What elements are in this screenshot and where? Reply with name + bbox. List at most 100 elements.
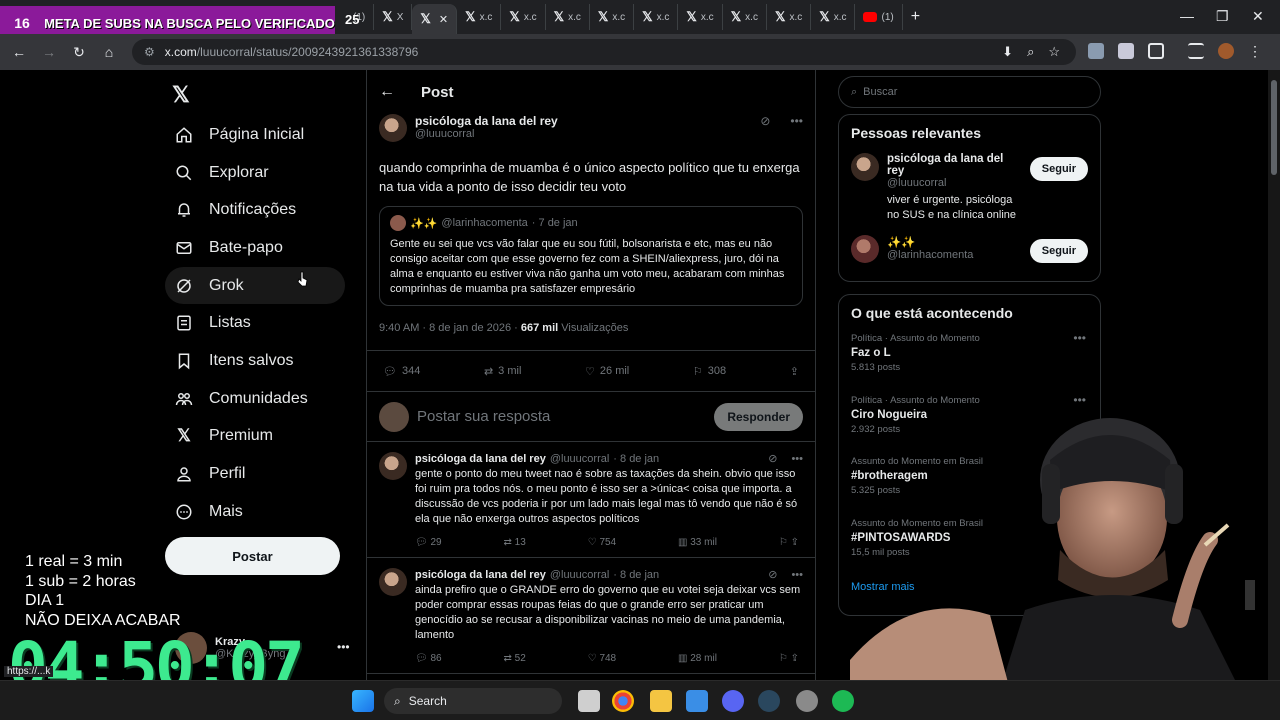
reply-more-icon[interactable]: ••• <box>791 453 803 465</box>
new-tab-button[interactable]: + <box>903 4 928 30</box>
share-action[interactable]: ⇪ <box>790 365 799 378</box>
reply-views-action[interactable]: ▥ 28 mil <box>678 653 717 664</box>
forward-icon[interactable]: → <box>34 44 64 60</box>
taskbar-search[interactable]: ⌕ Search <box>384 688 562 714</box>
reply-more-icon[interactable]: ••• <box>791 569 803 581</box>
x-home-logo[interactable]: 𝕏 <box>172 82 190 108</box>
post-button[interactable]: Postar <box>165 537 340 575</box>
nav-item-chat[interactable]: Bate-papo <box>165 229 345 267</box>
trend-more-icon[interactable]: ••• <box>1073 331 1086 345</box>
close-tab-icon[interactable]: ✕ <box>439 13 448 26</box>
reply-author-name[interactable]: psicóloga da lana del rey <box>415 453 546 465</box>
settings-gear-icon[interactable] <box>796 690 818 712</box>
discord-icon[interactable] <box>722 690 744 712</box>
person-name[interactable]: psicóloga da lana del rey <box>887 153 1022 177</box>
spotify-icon[interactable] <box>832 690 854 712</box>
url-field[interactable]: ⚙ x.com/luuucorral/status/20092439213613… <box>132 39 1076 65</box>
reply-post[interactable]: psicóloga da lana del rey @luuucorral · … <box>367 558 815 674</box>
close-window-icon[interactable]: ✕ <box>1252 8 1264 25</box>
steam-icon[interactable] <box>758 690 780 712</box>
browser-tab[interactable]: 𝕏x.c <box>811 4 856 30</box>
browser-tab[interactable]: 𝕏X <box>374 4 413 30</box>
reply-like-action[interactable]: ♡ 754 <box>588 537 616 548</box>
person-avatar[interactable] <box>851 235 879 263</box>
extension-icon[interactable] <box>1088 43 1104 59</box>
quoted-post[interactable]: ✨✨ @larinhacomenta · 7 de jan Gente eu s… <box>379 206 803 306</box>
reply-handle[interactable]: @luuucorral <box>550 569 609 581</box>
install-icon[interactable]: ⬇ <box>1002 44 1013 60</box>
person-avatar[interactable] <box>851 153 879 181</box>
like-action[interactable]: ♡ 26 mil <box>585 365 629 378</box>
person-handle[interactable]: @luuucorral <box>887 177 1022 189</box>
reply-button[interactable]: Responder <box>714 402 803 431</box>
browser-tab[interactable]: 𝕏x.c <box>767 4 812 30</box>
person-name[interactable]: ✨✨ <box>887 235 1022 249</box>
grok-explain-icon[interactable]: ⊘ <box>768 568 777 581</box>
grok-explain-icon[interactable]: ⊘ <box>768 452 777 465</box>
reply-post[interactable]: psicóloga da lana del rey @luuucorral · … <box>367 442 815 558</box>
person-card[interactable]: ✨✨ @larinhacomenta Seguir <box>839 229 1100 269</box>
follow-button[interactable]: Seguir <box>1029 157 1088 181</box>
store-icon[interactable] <box>686 690 708 712</box>
site-info-icon[interactable]: ⚙ <box>144 45 155 59</box>
reply-comment-action[interactable]: 💬︎ 29 <box>415 537 442 548</box>
media-icon[interactable] <box>1188 43 1204 59</box>
nav-item-communities[interactable]: Comunidades <box>165 380 345 418</box>
bookmark-icon[interactable]: ⚐ ⇪ <box>779 653 799 664</box>
task-view-icon[interactable] <box>578 690 600 712</box>
follow-button[interactable]: Seguir <box>1029 239 1088 263</box>
file-explorer-icon[interactable] <box>650 690 672 712</box>
grok-explain-icon[interactable]: ⊘ <box>760 114 770 128</box>
reply-avatar[interactable] <box>379 452 407 480</box>
bookmark-action[interactable]: ⚐ 308 <box>693 365 726 378</box>
scrollbar-thumb[interactable] <box>1271 80 1277 175</box>
reply-repost-action[interactable]: ⇄ 13 <box>504 537 526 548</box>
chrome-icon[interactable] <box>612 690 634 712</box>
post-more-icon[interactable]: ••• <box>790 114 803 128</box>
back-icon[interactable]: ← <box>4 44 34 60</box>
bookmark-icon[interactable]: ⚐ ⇪ <box>779 537 799 548</box>
puzzle-icon[interactable] <box>1148 43 1164 59</box>
browser-tab[interactable]: 𝕏x.c <box>501 4 546 30</box>
search-input[interactable]: ⌕ Buscar <box>838 76 1101 108</box>
reply-input[interactable]: Postar sua resposta <box>417 408 706 425</box>
back-arrow-icon[interactable]: ← <box>379 83 395 101</box>
reply-avatar[interactable] <box>379 568 407 596</box>
author-handle[interactable]: @luuucorral <box>415 128 752 140</box>
browser-tab[interactable]: 𝕏x.c <box>678 4 723 30</box>
windows-start-icon[interactable] <box>352 690 374 712</box>
browser-tab[interactable]: 𝕏x.c <box>723 4 767 30</box>
nav-item-more[interactable]: Mais <box>165 493 345 531</box>
trend-item[interactable]: Política · Assunto do Momento Faz o L 5.… <box>839 327 1100 389</box>
account-more-icon[interactable]: ••• <box>337 640 350 654</box>
nav-item-home[interactable]: Página Inicial <box>165 116 345 154</box>
reply-like-action[interactable]: ♡ 748 <box>588 653 616 664</box>
person-handle[interactable]: @larinhacomenta <box>887 249 1022 261</box>
person-card[interactable]: psicóloga da lana del rey @luuucorral vi… <box>839 147 1100 229</box>
star-icon[interactable]: ☆ <box>1048 44 1060 60</box>
nav-item-lists[interactable]: Listas <box>165 304 345 342</box>
minimize-icon[interactable]: — <box>1180 8 1194 24</box>
page-scrollbar[interactable] <box>1268 70 1280 690</box>
reply-author-name[interactable]: psicóloga da lana del rey <box>415 569 546 581</box>
browser-tab[interactable]: 𝕏x.c <box>634 4 679 30</box>
reply-action[interactable]: 💬︎ 344 <box>383 365 420 378</box>
zoom-icon[interactable]: ⌕ <box>1027 44 1034 60</box>
extension-icon[interactable] <box>1118 43 1134 59</box>
browser-tab-active[interactable]: 𝕏 ✕ <box>412 4 458 34</box>
home-browser-icon[interactable]: ⌂ <box>94 44 124 60</box>
reply-repost-action[interactable]: ⇄ 52 <box>504 653 526 664</box>
nav-item-profile[interactable]: Perfil <box>165 455 345 493</box>
author-name[interactable]: psicóloga da lana del rey <box>415 114 752 128</box>
reply-handle[interactable]: @luuucorral <box>550 453 609 465</box>
restore-icon[interactable]: ❐ <box>1216 8 1229 25</box>
browser-tab[interactable]: 𝕏x.c <box>457 4 502 30</box>
reload-icon[interactable]: ↻ <box>64 44 94 61</box>
browser-tab[interactable]: 𝕏x.c <box>546 4 590 30</box>
nav-item-premium[interactable]: 𝕏 Premium <box>165 418 345 456</box>
reply-views-action[interactable]: ▥ 33 mil <box>678 537 717 548</box>
repost-action[interactable]: ⇄ 3 mil <box>484 365 521 378</box>
browser-tab[interactable]: (1) <box>855 4 903 30</box>
nav-item-bookmarks[interactable]: Itens salvos <box>165 342 345 380</box>
menu-icon[interactable]: ⋮ <box>1248 43 1262 59</box>
